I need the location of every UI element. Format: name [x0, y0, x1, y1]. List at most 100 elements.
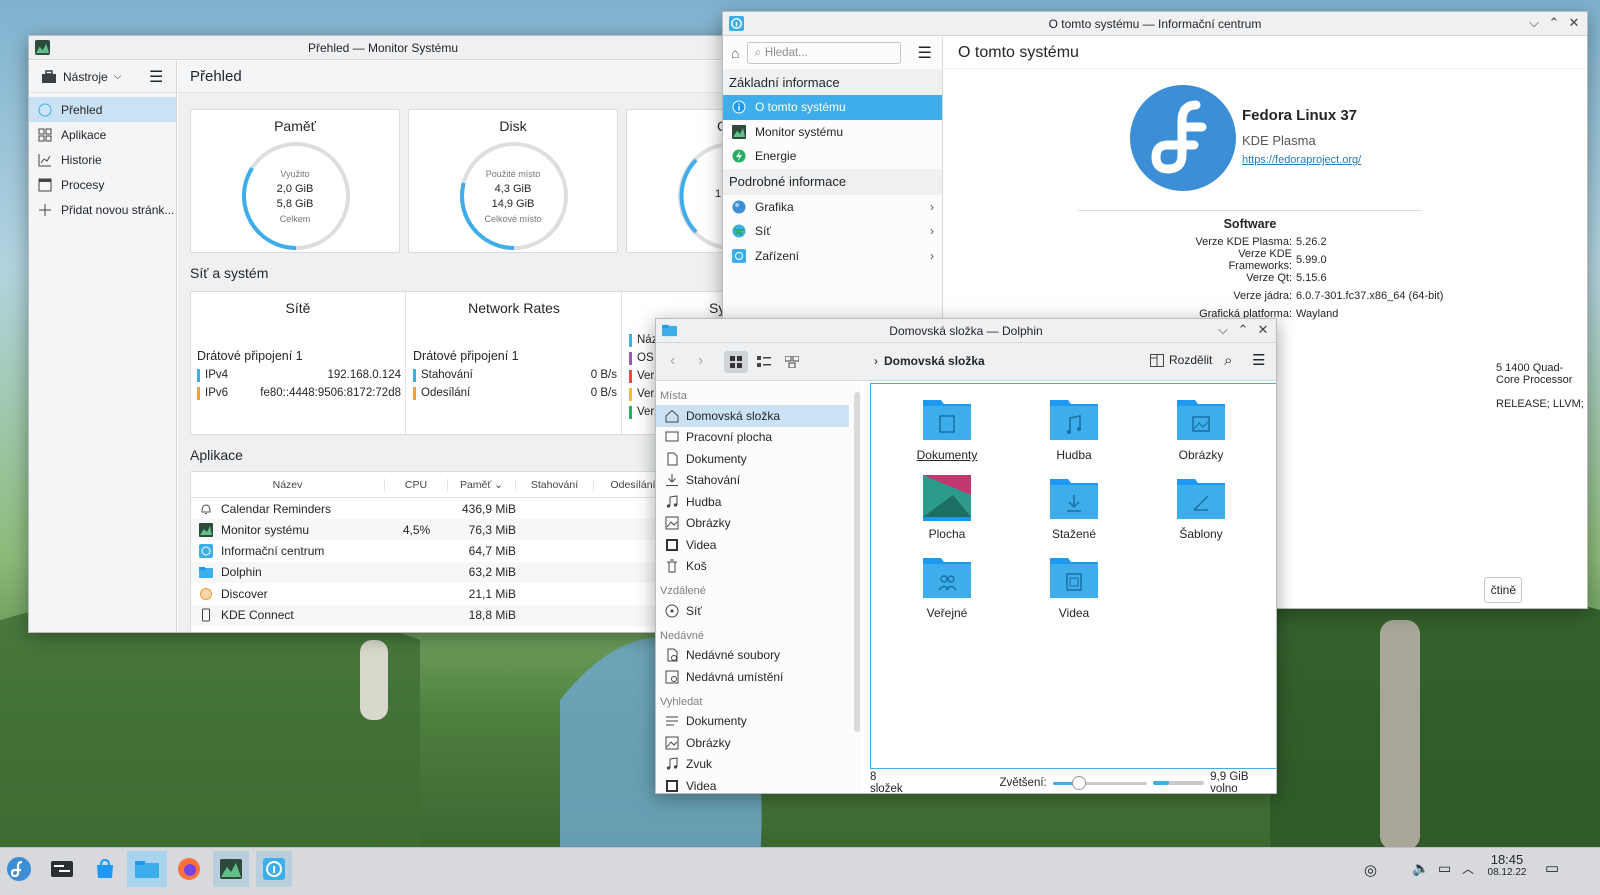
- folder-item[interactable]: Šablony: [1153, 475, 1249, 541]
- folder-item[interactable]: Obrázky: [1153, 396, 1249, 462]
- places-item[interactable]: Dokumenty: [656, 711, 849, 733]
- sysmon-nav-item[interactable]: Procesy: [29, 172, 176, 197]
- places-label: Hudba: [686, 494, 722, 509]
- places-label: Dokumenty: [686, 714, 747, 729]
- places-item[interactable]: Nedávná umístění: [656, 666, 849, 688]
- sysmon-sidebar: Nástroje ⌵ ☰ Přehled Aplikace Historie Proc…: [29, 61, 177, 632]
- folder-item[interactable]: Hudba: [1026, 396, 1122, 462]
- info-titlebar[interactable]: O tomto systému — Informační centrum ⌵ ⌃ ✕: [723, 12, 1587, 36]
- show-desktop-icon[interactable]: ▭: [1545, 859, 1559, 877]
- sysmon-nav-item[interactable]: Historie: [29, 147, 176, 172]
- search-input[interactable]: ⌕ Hledat...: [747, 42, 902, 64]
- info-center-icon[interactable]: [256, 851, 292, 887]
- sysmon-titlebar[interactable]: Přehled — Monitor Systému: [29, 36, 737, 60]
- minimize-icon[interactable]: ⌵: [1527, 14, 1541, 32]
- sysmon-title: Přehled — Monitor Systému: [307, 40, 459, 55]
- icons-view-button[interactable]: [724, 351, 748, 373]
- app-cpu: 4,5%: [402, 522, 431, 537]
- breadcrumb[interactable]: › Domovská složka: [874, 354, 985, 368]
- distro-url-link[interactable]: https://fedoraproject.org/: [1242, 154, 1361, 166]
- places-item[interactable]: Domovská složka: [656, 405, 849, 427]
- app-name: Discover: [221, 586, 268, 601]
- search-icon[interactable]: ⌕: [1224, 352, 1232, 369]
- dolphin-icon[interactable]: [127, 851, 167, 887]
- places-item[interactable]: Síť: [656, 600, 849, 622]
- disk-card[interactable]: Disk Použité místo 4,3 GiB 14,9 GiB Celk…: [408, 109, 618, 253]
- places-item[interactable]: Hudba: [656, 491, 849, 513]
- col-download[interactable]: Stahování: [516, 478, 594, 491]
- places-item[interactable]: Obrázky: [656, 732, 849, 754]
- places-item[interactable]: Videa: [656, 534, 849, 556]
- info-nav-item[interactable]: Monitor systému: [723, 120, 942, 145]
- tray-expand-icon[interactable]: ︿: [1462, 860, 1474, 877]
- ipv6-label: IPv6: [205, 387, 229, 399]
- sysmon-app-icon: [35, 40, 50, 55]
- col-name[interactable]: Název: [191, 478, 385, 491]
- sysmon-icon[interactable]: [213, 851, 249, 887]
- info-nav-item[interactable]: Grafika ›: [723, 195, 942, 220]
- trash-icon: [664, 558, 680, 574]
- image-icon: [664, 735, 680, 751]
- col-cpu[interactable]: CPU: [385, 478, 448, 491]
- places-item[interactable]: Koš: [656, 556, 849, 578]
- places-scrollbar[interactable]: [854, 392, 860, 732]
- memory-card[interactable]: Paměť Využito 2,0 GiB 5,8 GiB Celkem: [190, 109, 400, 253]
- firefox-icon[interactable]: [171, 851, 207, 887]
- back-icon[interactable]: ‹: [670, 352, 675, 370]
- folder-item[interactable]: Plocha: [899, 475, 995, 541]
- breadcrumb-home[interactable]: Domovská složka: [884, 354, 985, 368]
- home-icon[interactable]: ⌂: [731, 45, 739, 61]
- pager-icon[interactable]: [44, 851, 80, 887]
- kde-connect-tray-icon[interactable]: ◎: [1364, 861, 1377, 879]
- info-nav-item[interactable]: Síť ›: [723, 219, 942, 244]
- split-button[interactable]: Rozdělit: [1150, 353, 1212, 367]
- places-item[interactable]: Nedávné soubory: [656, 645, 849, 667]
- sysmon-nav-item[interactable]: Aplikace: [29, 122, 176, 147]
- maximize-icon[interactable]: ⌃: [1236, 321, 1250, 339]
- col-memory[interactable]: Paměť ⌄: [448, 478, 516, 491]
- forward-icon[interactable]: ›: [698, 352, 703, 370]
- close-icon[interactable]: ✕: [1256, 321, 1270, 339]
- clock[interactable]: 18:45 08.12.22: [1483, 852, 1531, 878]
- places-label: Videa: [686, 537, 717, 552]
- places-item[interactable]: Obrázky: [656, 513, 849, 535]
- close-icon[interactable]: ✕: [1567, 14, 1581, 32]
- dolphin-titlebar[interactable]: Domovská složka — Dolphin ⌵ ⌃ ✕: [656, 319, 1276, 343]
- disk-used-label: Použité místo: [485, 169, 541, 179]
- info-nav-item[interactable]: Energie: [723, 144, 942, 169]
- zoom-slider[interactable]: [1052, 776, 1147, 790]
- info-nav-item[interactable]: O tomto systému: [723, 95, 942, 120]
- discover-icon[interactable]: [87, 851, 123, 887]
- places-item[interactable]: Zvuk: [656, 754, 849, 776]
- copy-english-button[interactable]: čtině: [1484, 577, 1522, 603]
- hamburger-menu-icon[interactable]: ☰: [1252, 351, 1265, 369]
- folder-item[interactable]: Videa: [1026, 554, 1122, 620]
- hamburger-menu-icon[interactable]: ☰: [149, 67, 163, 87]
- details-view-icon[interactable]: [757, 356, 771, 368]
- folder-label: Stažené: [1051, 527, 1097, 541]
- hamburger-menu-icon[interactable]: ☰: [917, 43, 931, 63]
- window-icon: [37, 177, 53, 193]
- maximize-icon[interactable]: ⌃: [1547, 14, 1561, 32]
- compact-view-icon[interactable]: [785, 356, 799, 368]
- volume-icon[interactable]: 🔈: [1412, 860, 1429, 877]
- tools-menu-button[interactable]: Nástroje ⌵ ☰: [29, 61, 176, 93]
- zoom-slider-handle[interactable]: [1072, 776, 1087, 790]
- places-item[interactable]: Pracovní plocha: [656, 427, 849, 449]
- sysmon-nav-item[interactable]: Přehled: [29, 97, 176, 122]
- places-item[interactable]: Videa: [656, 775, 849, 793]
- info-nav-item[interactable]: Zařízení ›: [723, 244, 942, 269]
- fedora-launcher-icon[interactable]: [1, 851, 37, 887]
- places-item[interactable]: Dokumenty: [656, 448, 849, 470]
- sysmon-nav-item[interactable]: Přidat novou stránk...: [29, 197, 176, 222]
- network-tray-icon[interactable]: ▭: [1438, 860, 1451, 877]
- system-monitor-window: Přehled — Monitor Systému Nástroje ⌵ ☰ P…: [28, 35, 738, 633]
- places-item[interactable]: Stahování: [656, 470, 849, 492]
- music-icon: [664, 756, 680, 772]
- folder-item[interactable]: Veřejné: [899, 554, 995, 620]
- sysmon-icon: [731, 124, 747, 140]
- places-label: Dokumenty: [686, 451, 747, 466]
- folder-item[interactable]: Dokumenty: [899, 396, 995, 462]
- minimize-icon[interactable]: ⌵: [1216, 321, 1230, 339]
- folder-item[interactable]: Stažené: [1026, 475, 1122, 541]
